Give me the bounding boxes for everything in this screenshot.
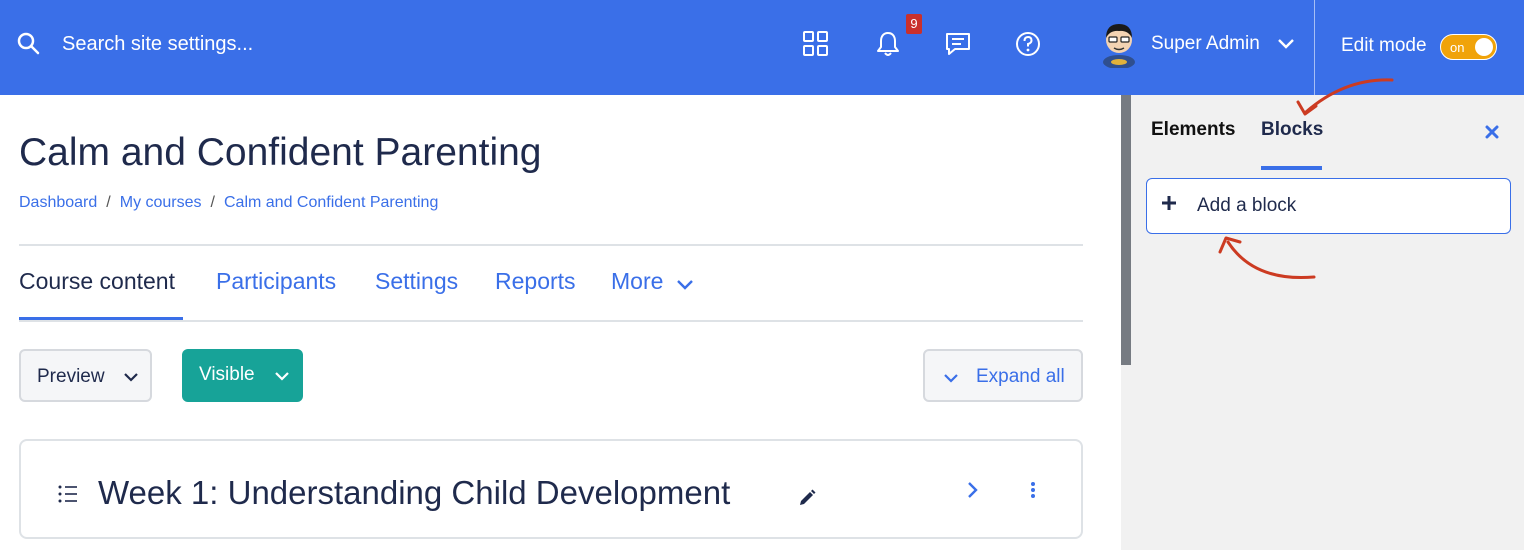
bell-icon[interactable] — [874, 30, 902, 58]
avatar[interactable] — [1097, 20, 1141, 68]
chevron-down-icon[interactable] — [676, 278, 694, 292]
visible-label: Visible — [199, 364, 255, 385]
expand-all-button[interactable]: Expand all — [923, 349, 1083, 402]
plus-icon — [1162, 196, 1176, 210]
toggle-knob — [1475, 38, 1493, 56]
breadcrumb-item-dashboard[interactable]: Dashboard — [19, 194, 97, 211]
close-icon[interactable] — [1485, 125, 1499, 139]
list-icon — [58, 485, 77, 503]
tab-course-content[interactable]: Course content — [19, 268, 175, 295]
search-input[interactable]: Search site settings... — [62, 33, 253, 56]
chevron-down-icon — [944, 374, 958, 383]
breadcrumb-item-course[interactable]: Calm and Confident Parenting — [224, 194, 438, 211]
preview-dropdown[interactable]: Preview — [19, 349, 152, 402]
section-title[interactable]: Week 1: Understanding Child Development — [98, 474, 730, 512]
annotation-arrow-icon — [1218, 236, 1316, 280]
course-section-card: Week 1: Understanding Child Development — [19, 439, 1083, 539]
breadcrumb-separator: / — [210, 194, 215, 211]
tab-settings[interactable]: Settings — [375, 268, 458, 295]
tab-reports[interactable]: Reports — [495, 268, 576, 295]
page-title: Calm and Confident Parenting — [19, 131, 542, 174]
course-tabs: Course content Participants Settings Rep… — [19, 268, 1083, 322]
breadcrumb: Dashboard / My courses / Calm and Confident … — [19, 194, 438, 212]
divider — [19, 244, 1083, 246]
preview-label: Preview — [37, 366, 105, 387]
add-block-label: Add a block — [1197, 195, 1297, 216]
chevron-down-icon — [275, 372, 289, 381]
tab-elements[interactable]: Elements — [1151, 119, 1235, 141]
add-block-button[interactable]: Add a block — [1146, 178, 1511, 234]
chevron-right-icon[interactable] — [965, 481, 979, 499]
search-icon[interactable] — [16, 31, 40, 55]
breadcrumb-item-my-courses[interactable]: My courses — [120, 194, 202, 211]
breadcrumb-separator: / — [106, 194, 111, 211]
tab-blocks[interactable]: Blocks — [1261, 119, 1323, 141]
user-name[interactable]: Super Admin — [1151, 33, 1260, 55]
block-drawer: Elements Blocks Add a block — [1121, 95, 1524, 550]
divider — [19, 320, 1083, 322]
chevron-down-icon — [124, 373, 138, 382]
edit-mode-toggle-text: on — [1450, 40, 1465, 55]
help-icon[interactable] — [1014, 30, 1042, 58]
kebab-menu-icon[interactable] — [1029, 481, 1037, 499]
messages-icon[interactable] — [944, 30, 972, 58]
scrollbar[interactable] — [1121, 95, 1131, 365]
tab-participants[interactable]: Participants — [216, 268, 336, 295]
pencil-icon[interactable] — [797, 488, 817, 508]
chevron-down-icon[interactable] — [1277, 37, 1295, 51]
page: Search site settings... 9 Super Admin Ed… — [0, 0, 1524, 550]
annotation-arrow-icon — [1296, 78, 1394, 116]
expand-all-label: Expand all — [976, 366, 1065, 387]
apps-grid-icon[interactable] — [802, 30, 830, 58]
edit-mode-toggle[interactable]: on — [1440, 34, 1497, 60]
visible-dropdown[interactable]: Visible — [182, 349, 303, 402]
active-tab-indicator — [1261, 166, 1322, 170]
tab-more[interactable]: More — [611, 268, 663, 295]
edit-mode-label: Edit mode — [1341, 35, 1427, 56]
notification-badge: 9 — [906, 14, 922, 34]
